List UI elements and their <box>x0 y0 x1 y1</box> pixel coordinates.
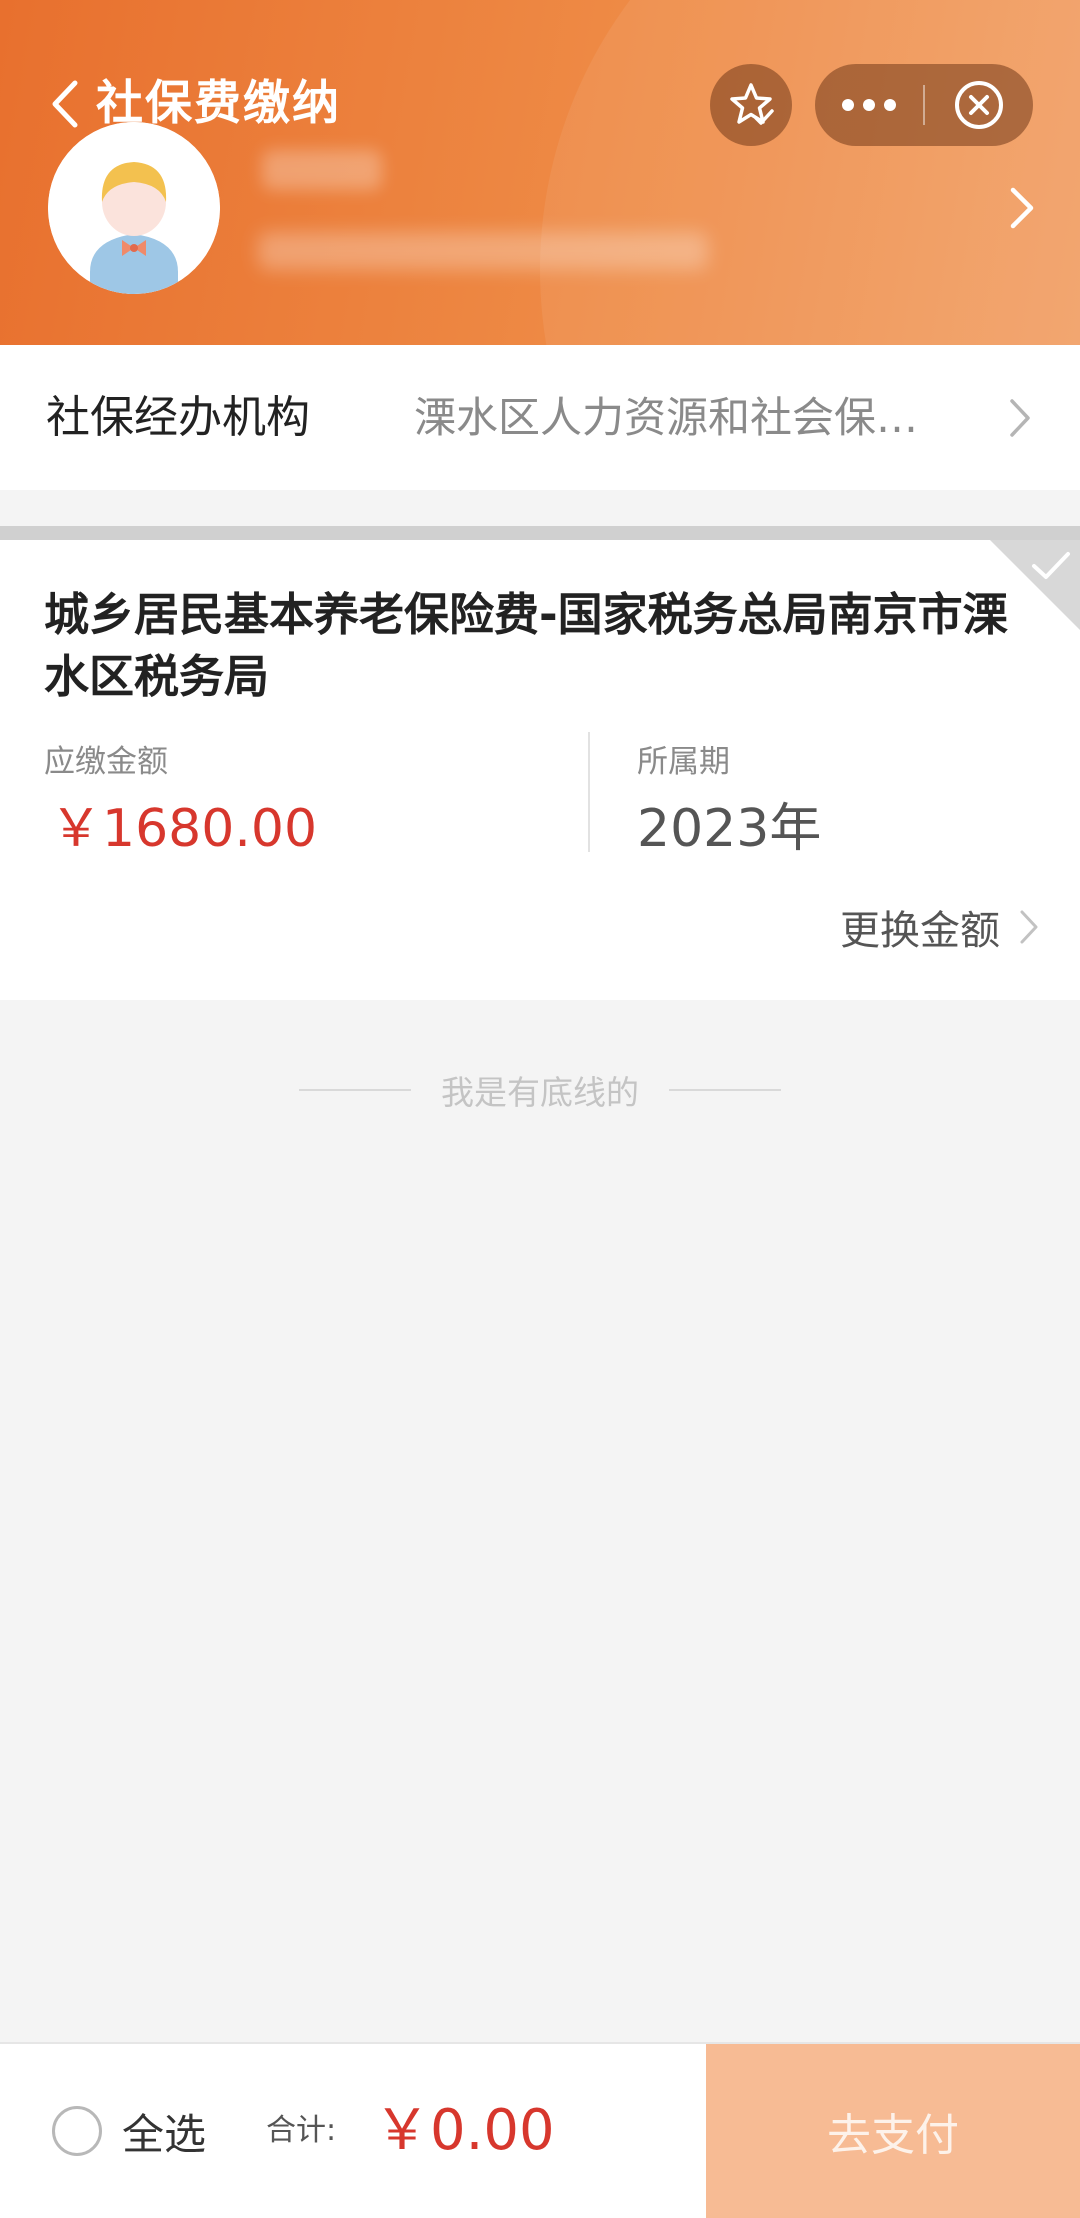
check-icon <box>1032 552 1070 579</box>
chevron-right-icon <box>1020 910 1038 944</box>
period-label: 所属期 <box>637 744 730 780</box>
favorite-button[interactable] <box>710 64 792 146</box>
divider-line-left <box>299 1089 411 1091</box>
chevron-right-icon <box>1010 187 1034 229</box>
change-amount-label: 更换金额 <box>840 908 1000 954</box>
agency-label: 社保经办机构 <box>46 392 310 443</box>
agency-value: 溧水区人力资源和社会保… <box>414 393 919 442</box>
header-decoration <box>540 0 1080 345</box>
select-all-toggle[interactable]: 全选 <box>52 2044 206 2218</box>
chevron-right-icon <box>1010 399 1030 437</box>
amount-due-value: ￥1680.00 <box>50 799 318 859</box>
end-of-list-indicator: 我是有底线的 <box>0 1060 1080 1120</box>
more-dots-icon <box>842 99 896 111</box>
agency-row[interactable]: 社保经办机构 溧水区人力资源和社会保… <box>0 345 1080 490</box>
chevron-left-icon <box>52 80 78 128</box>
more-button[interactable] <box>815 64 923 146</box>
checkout-bar: 全选 合计: ￥0.00 去支付 <box>0 2042 1080 2218</box>
close-button[interactable] <box>925 64 1033 146</box>
total-label: 合计: <box>266 2113 337 2148</box>
close-circle-icon <box>955 81 1003 129</box>
change-amount-button[interactable]: 更换金额 <box>840 892 1040 962</box>
header: 社保费缴纳 <box>0 0 1080 345</box>
period-value: 2023年 <box>637 799 822 859</box>
fee-item-title: 城乡居民基本养老保险费-国家税务总局南京市溧水区税务局 <box>44 588 1008 703</box>
pay-button[interactable]: 去支付 <box>706 2044 1080 2218</box>
end-of-list-text: 我是有底线的 <box>441 1073 639 1112</box>
fee-item-card[interactable]: 城乡居民基本养老保险费-国家税务总局南京市溧水区税务局 应缴金额 ￥1680.0… <box>0 540 1080 1000</box>
select-all-label: 全选 <box>122 2109 207 2159</box>
amount-due-label: 应缴金额 <box>44 744 168 780</box>
masked-user-name <box>262 150 382 190</box>
back-button[interactable] <box>44 74 84 134</box>
divider-line-right <box>669 1089 781 1091</box>
card-divider <box>588 732 590 852</box>
card-top-strip <box>0 526 1080 540</box>
avatar[interactable] <box>48 122 220 294</box>
total-value: ￥0.00 <box>374 2098 555 2163</box>
user-avatar-icon <box>48 122 220 294</box>
star-check-icon <box>730 83 774 125</box>
agency-arrow <box>1000 393 1040 443</box>
profile-detail-button[interactable] <box>1002 182 1042 234</box>
select-all-radio[interactable] <box>52 2106 102 2156</box>
masked-user-id <box>258 232 708 270</box>
miniprogram-capsule <box>815 64 1033 146</box>
